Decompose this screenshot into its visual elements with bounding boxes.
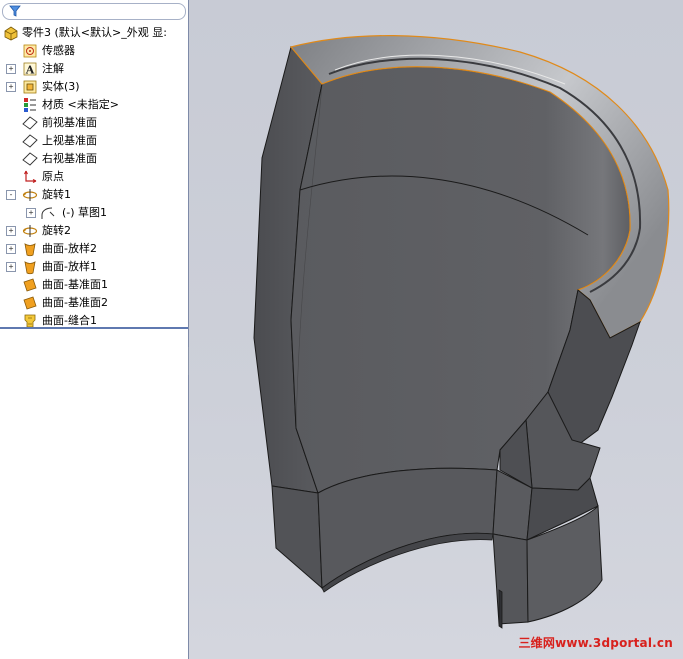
- tree-item-label: 注解: [42, 62, 64, 75]
- expand-toggle[interactable]: +: [6, 64, 16, 74]
- tree-root-label: 零件3 (默认<默认>_外观 显:: [22, 26, 167, 39]
- plane-icon: [22, 134, 38, 148]
- collapse-toggle[interactable]: -: [6, 190, 16, 200]
- tree-item-label: 材质 <未指定>: [42, 98, 119, 111]
- revolve-icon: [22, 189, 38, 201]
- tree-item-sketch1[interactable]: + (-) 草图1: [0, 204, 188, 222]
- solid-bodies-icon: [23, 80, 37, 94]
- tree-divider: [0, 327, 188, 329]
- filter-icon[interactable]: [9, 5, 21, 17]
- tree-item-label: 上视基准面: [42, 134, 97, 147]
- tree-item-revolve1[interactable]: - 旋转1: [0, 186, 188, 204]
- 3d-model-render[interactable]: [189, 0, 683, 659]
- tree-item-top-plane[interactable]: 上视基准面: [0, 132, 188, 150]
- revolve-icon: [22, 225, 38, 237]
- surface-loft-icon: [24, 261, 36, 275]
- tree-item-label: 曲面-放样1: [42, 260, 97, 273]
- tree-item-label: 旋转1: [42, 188, 71, 201]
- material-icon: [24, 98, 36, 112]
- graphics-viewport[interactable]: 三维网www.3dportal.cn: [189, 0, 683, 659]
- tree-item-surface-loft1[interactable]: + 曲面-放样1: [0, 258, 188, 276]
- tree-item-label: 前视基准面: [42, 116, 97, 129]
- feature-tree: 零件3 (默认<默认>_外观 显: 传感器 + A 注解 + 实体(3) 材质 …: [0, 24, 188, 330]
- tree-item-label: (-) 草图1: [62, 206, 108, 219]
- tree-root[interactable]: 零件3 (默认<默认>_外观 显:: [0, 24, 188, 42]
- tree-item-surface-loft2[interactable]: + 曲面-放样2: [0, 240, 188, 258]
- tree-item-label: 实体(3): [42, 80, 80, 93]
- expand-toggle[interactable]: +: [6, 244, 16, 254]
- tree-item-sensors[interactable]: 传感器: [0, 42, 188, 60]
- plane-icon: [22, 116, 38, 130]
- origin-icon: [24, 170, 37, 183]
- tree-item-planar-surface1[interactable]: 曲面-基准面1: [0, 276, 188, 294]
- tree-item-origin[interactable]: 原点: [0, 168, 188, 186]
- annotation-icon: A: [23, 62, 37, 77]
- svg-text:A: A: [25, 64, 35, 77]
- sketch-icon: [41, 207, 55, 219]
- tree-item-label: 曲面-基准面1: [42, 278, 108, 291]
- tree-item-right-plane[interactable]: 右视基准面: [0, 150, 188, 168]
- part-icon: [4, 26, 18, 41]
- sensor-icon: [23, 44, 37, 58]
- planar-surface-icon: [23, 278, 37, 292]
- planar-surface-icon: [23, 296, 37, 310]
- expand-toggle[interactable]: +: [6, 262, 16, 272]
- tree-item-material[interactable]: 材质 <未指定>: [0, 96, 188, 114]
- surface-loft-icon: [24, 243, 36, 257]
- tree-item-front-plane[interactable]: 前视基准面: [0, 114, 188, 132]
- expand-toggle[interactable]: +: [6, 226, 16, 236]
- tree-item-planar-surface2[interactable]: 曲面-基准面2: [0, 294, 188, 312]
- tree-item-label: 曲面-基准面2: [42, 296, 108, 309]
- tree-item-label: 旋转2: [42, 224, 71, 237]
- expand-toggle[interactable]: +: [26, 208, 36, 218]
- feature-tree-panel: 零件3 (默认<默认>_外观 显: 传感器 + A 注解 + 实体(3) 材质 …: [0, 0, 189, 659]
- tree-item-solid-bodies[interactable]: + 实体(3): [0, 78, 188, 96]
- tree-item-annotations[interactable]: + A 注解: [0, 60, 188, 78]
- tree-filter-bar[interactable]: [2, 3, 186, 20]
- tree-item-label: 传感器: [42, 44, 75, 57]
- tree-item-revolve2[interactable]: + 旋转2: [0, 222, 188, 240]
- tree-item-label: 曲面-放样2: [42, 242, 97, 255]
- plane-icon: [22, 152, 38, 166]
- expand-toggle[interactable]: +: [6, 82, 16, 92]
- tree-item-label: 右视基准面: [42, 152, 97, 165]
- watermark: 三维网www.3dportal.cn: [518, 636, 673, 650]
- tree-item-label: 原点: [42, 170, 64, 183]
